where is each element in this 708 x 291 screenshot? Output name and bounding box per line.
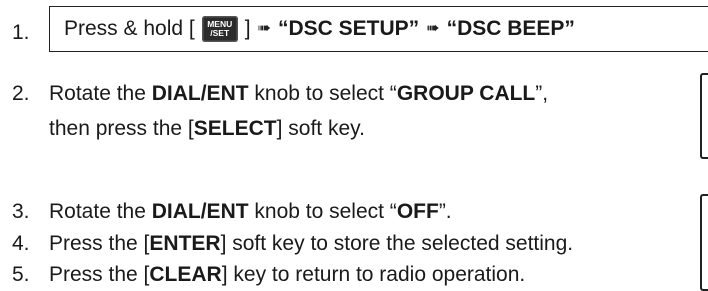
step-2-number: 2.	[12, 82, 30, 105]
clear-key-label: CLEAR	[149, 263, 222, 286]
step-1-item-dsc-setup: “DSC SETUP”	[277, 17, 420, 40]
step-3-number: 3.	[12, 200, 30, 223]
text: ] soft key.	[276, 117, 365, 140]
dial-ent-label: DIAL/ENT	[151, 82, 249, 105]
off-label: OFF	[396, 200, 439, 223]
step-1-item-dsc-beep: “DSC BEEP”	[446, 17, 575, 40]
enter-key-label: ENTER	[149, 232, 221, 255]
step-4-number: 4.	[12, 232, 30, 255]
text: Press the [	[49, 263, 150, 286]
display-screenshot-fragment	[700, 194, 708, 291]
text: ”.	[438, 200, 452, 223]
display-screenshot-fragment	[700, 73, 708, 159]
arrow-right-icon: ➠	[257, 20, 271, 37]
select-key-label: SELECT	[193, 117, 277, 140]
menu-key-bottom-label: /SET	[210, 28, 230, 38]
step-3-line-1: Rotate the DIAL/ENT knob to select “OFF”…	[49, 200, 452, 224]
step-5-number: 5.	[12, 263, 30, 286]
text: Rotate the	[49, 200, 152, 223]
group-call-label: GROUP CALL	[396, 82, 536, 105]
text: knob to select “	[248, 82, 397, 105]
text: ] soft key to store the selected setting…	[220, 232, 574, 255]
step-1-number: 1.	[12, 21, 30, 44]
step-1-after-key: ]	[244, 17, 251, 40]
menu-set-key-icon: MENU /SET	[201, 16, 238, 42]
step-2-line-2: then press the [SELECT] soft key.	[49, 117, 365, 141]
step-1-prefix: Press & hold [	[64, 17, 195, 40]
step-4-line-1: Press the [ENTER] soft key to store the …	[49, 232, 573, 256]
step-5-line-1: Press the [CLEAR] key to return to radio…	[49, 263, 525, 287]
step-2-line-1: Rotate the DIAL/ENT knob to select “GROU…	[49, 82, 548, 106]
text: ] key to return to radio operation.	[221, 263, 526, 286]
text: Press the [	[49, 232, 150, 255]
arrow-right-icon: ➠	[426, 20, 440, 37]
step-1-text: Press & hold [ MENU /SET ] ➠ “DSC SETUP”…	[64, 16, 575, 42]
text: then press the [	[49, 117, 194, 140]
text: ”,	[535, 82, 549, 105]
dial-ent-label: DIAL/ENT	[151, 200, 249, 223]
text: knob to select “	[248, 200, 397, 223]
text: Rotate the	[49, 82, 152, 105]
